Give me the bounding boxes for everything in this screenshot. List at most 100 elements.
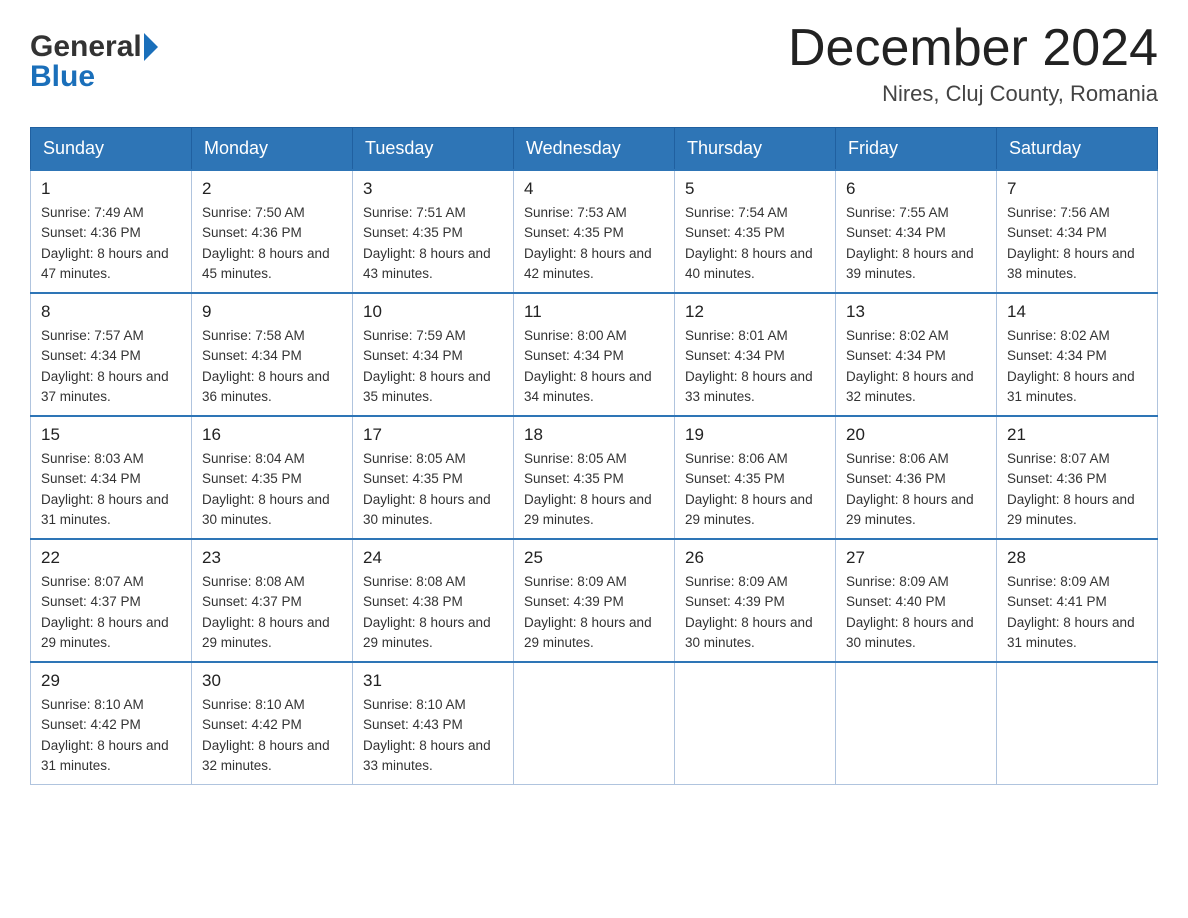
- day-number: 22: [41, 548, 181, 568]
- day-info: Sunrise: 7:59 AMSunset: 4:34 PMDaylight:…: [363, 326, 503, 407]
- day-info: Sunrise: 8:02 AMSunset: 4:34 PMDaylight:…: [846, 326, 986, 407]
- day-info: Sunrise: 8:02 AMSunset: 4:34 PMDaylight:…: [1007, 326, 1147, 407]
- day-number: 16: [202, 425, 342, 445]
- calendar-day-cell: 13 Sunrise: 8:02 AMSunset: 4:34 PMDaylig…: [836, 293, 997, 416]
- day-number: 24: [363, 548, 503, 568]
- calendar-day-cell: 5 Sunrise: 7:54 AMSunset: 4:35 PMDayligh…: [675, 170, 836, 293]
- logo: General Blue: [30, 30, 158, 94]
- calendar-day-cell: 12 Sunrise: 8:01 AMSunset: 4:34 PMDaylig…: [675, 293, 836, 416]
- logo-blue-text: Blue: [30, 60, 95, 94]
- calendar-table: Sunday Monday Tuesday Wednesday Thursday…: [30, 127, 1158, 785]
- location: Nires, Cluj County, Romania: [788, 81, 1158, 107]
- calendar-day-cell: 10 Sunrise: 7:59 AMSunset: 4:34 PMDaylig…: [353, 293, 514, 416]
- calendar-day-cell: 17 Sunrise: 8:05 AMSunset: 4:35 PMDaylig…: [353, 416, 514, 539]
- day-info: Sunrise: 7:49 AMSunset: 4:36 PMDaylight:…: [41, 203, 181, 284]
- day-number: 14: [1007, 302, 1147, 322]
- day-info: Sunrise: 8:07 AMSunset: 4:36 PMDaylight:…: [1007, 449, 1147, 530]
- day-number: 7: [1007, 179, 1147, 199]
- calendar-day-cell: [997, 662, 1158, 785]
- day-number: 10: [363, 302, 503, 322]
- calendar-day-cell: 22 Sunrise: 8:07 AMSunset: 4:37 PMDaylig…: [31, 539, 192, 662]
- calendar-week-row: 15 Sunrise: 8:03 AMSunset: 4:34 PMDaylig…: [31, 416, 1158, 539]
- header-sunday: Sunday: [31, 128, 192, 171]
- calendar-day-cell: 24 Sunrise: 8:08 AMSunset: 4:38 PMDaylig…: [353, 539, 514, 662]
- day-number: 11: [524, 302, 664, 322]
- day-number: 20: [846, 425, 986, 445]
- calendar-day-cell: 20 Sunrise: 8:06 AMSunset: 4:36 PMDaylig…: [836, 416, 997, 539]
- calendar-day-cell: 29 Sunrise: 8:10 AMSunset: 4:42 PMDaylig…: [31, 662, 192, 785]
- day-info: Sunrise: 7:57 AMSunset: 4:34 PMDaylight:…: [41, 326, 181, 407]
- day-info: Sunrise: 8:10 AMSunset: 4:42 PMDaylight:…: [41, 695, 181, 776]
- day-info: Sunrise: 7:53 AMSunset: 4:35 PMDaylight:…: [524, 203, 664, 284]
- day-number: 23: [202, 548, 342, 568]
- day-number: 17: [363, 425, 503, 445]
- day-number: 21: [1007, 425, 1147, 445]
- day-info: Sunrise: 8:05 AMSunset: 4:35 PMDaylight:…: [524, 449, 664, 530]
- calendar-day-cell: 7 Sunrise: 7:56 AMSunset: 4:34 PMDayligh…: [997, 170, 1158, 293]
- calendar-day-cell: 6 Sunrise: 7:55 AMSunset: 4:34 PMDayligh…: [836, 170, 997, 293]
- day-number: 30: [202, 671, 342, 691]
- calendar-day-cell: [836, 662, 997, 785]
- day-info: Sunrise: 8:10 AMSunset: 4:43 PMDaylight:…: [363, 695, 503, 776]
- header-thursday: Thursday: [675, 128, 836, 171]
- day-number: 9: [202, 302, 342, 322]
- day-info: Sunrise: 7:56 AMSunset: 4:34 PMDaylight:…: [1007, 203, 1147, 284]
- day-number: 6: [846, 179, 986, 199]
- logo-line1: General: [30, 30, 158, 64]
- title-area: December 2024 Nires, Cluj County, Romani…: [788, 20, 1158, 107]
- calendar-day-cell: 23 Sunrise: 8:08 AMSunset: 4:37 PMDaylig…: [192, 539, 353, 662]
- day-info: Sunrise: 7:50 AMSunset: 4:36 PMDaylight:…: [202, 203, 342, 284]
- day-info: Sunrise: 8:10 AMSunset: 4:42 PMDaylight:…: [202, 695, 342, 776]
- day-info: Sunrise: 8:09 AMSunset: 4:39 PMDaylight:…: [524, 572, 664, 653]
- calendar-day-cell: 9 Sunrise: 7:58 AMSunset: 4:34 PMDayligh…: [192, 293, 353, 416]
- day-info: Sunrise: 8:09 AMSunset: 4:41 PMDaylight:…: [1007, 572, 1147, 653]
- calendar-day-cell: 28 Sunrise: 8:09 AMSunset: 4:41 PMDaylig…: [997, 539, 1158, 662]
- calendar-day-cell: 8 Sunrise: 7:57 AMSunset: 4:34 PMDayligh…: [31, 293, 192, 416]
- calendar-day-cell: [514, 662, 675, 785]
- day-info: Sunrise: 8:05 AMSunset: 4:35 PMDaylight:…: [363, 449, 503, 530]
- calendar-day-cell: 14 Sunrise: 8:02 AMSunset: 4:34 PMDaylig…: [997, 293, 1158, 416]
- day-number: 15: [41, 425, 181, 445]
- day-number: 13: [846, 302, 986, 322]
- calendar-day-cell: 21 Sunrise: 8:07 AMSunset: 4:36 PMDaylig…: [997, 416, 1158, 539]
- day-number: 3: [363, 179, 503, 199]
- calendar-day-cell: 27 Sunrise: 8:09 AMSunset: 4:40 PMDaylig…: [836, 539, 997, 662]
- month-title: December 2024: [788, 20, 1158, 77]
- logo-general-text: General: [30, 30, 142, 64]
- calendar-day-cell: 25 Sunrise: 8:09 AMSunset: 4:39 PMDaylig…: [514, 539, 675, 662]
- day-info: Sunrise: 8:06 AMSunset: 4:36 PMDaylight:…: [846, 449, 986, 530]
- calendar-day-cell: 16 Sunrise: 8:04 AMSunset: 4:35 PMDaylig…: [192, 416, 353, 539]
- header-monday: Monday: [192, 128, 353, 171]
- day-number: 27: [846, 548, 986, 568]
- page-header: General Blue December 2024 Nires, Cluj C…: [30, 20, 1158, 107]
- day-number: 31: [363, 671, 503, 691]
- header-friday: Friday: [836, 128, 997, 171]
- day-number: 4: [524, 179, 664, 199]
- day-info: Sunrise: 8:09 AMSunset: 4:39 PMDaylight:…: [685, 572, 825, 653]
- calendar-day-cell: 11 Sunrise: 8:00 AMSunset: 4:34 PMDaylig…: [514, 293, 675, 416]
- day-info: Sunrise: 8:06 AMSunset: 4:35 PMDaylight:…: [685, 449, 825, 530]
- day-number: 12: [685, 302, 825, 322]
- header-tuesday: Tuesday: [353, 128, 514, 171]
- calendar-day-cell: 2 Sunrise: 7:50 AMSunset: 4:36 PMDayligh…: [192, 170, 353, 293]
- calendar-day-cell: 3 Sunrise: 7:51 AMSunset: 4:35 PMDayligh…: [353, 170, 514, 293]
- calendar-day-cell: 18 Sunrise: 8:05 AMSunset: 4:35 PMDaylig…: [514, 416, 675, 539]
- day-number: 26: [685, 548, 825, 568]
- calendar-day-cell: 30 Sunrise: 8:10 AMSunset: 4:42 PMDaylig…: [192, 662, 353, 785]
- calendar-day-cell: 31 Sunrise: 8:10 AMSunset: 4:43 PMDaylig…: [353, 662, 514, 785]
- calendar-day-cell: 15 Sunrise: 8:03 AMSunset: 4:34 PMDaylig…: [31, 416, 192, 539]
- logo-arrow-icon: [144, 33, 158, 61]
- day-info: Sunrise: 8:07 AMSunset: 4:37 PMDaylight:…: [41, 572, 181, 653]
- calendar-day-cell: [675, 662, 836, 785]
- calendar-week-row: 29 Sunrise: 8:10 AMSunset: 4:42 PMDaylig…: [31, 662, 1158, 785]
- day-info: Sunrise: 7:55 AMSunset: 4:34 PMDaylight:…: [846, 203, 986, 284]
- calendar-week-row: 1 Sunrise: 7:49 AMSunset: 4:36 PMDayligh…: [31, 170, 1158, 293]
- header-saturday: Saturday: [997, 128, 1158, 171]
- day-number: 2: [202, 179, 342, 199]
- calendar-day-cell: 1 Sunrise: 7:49 AMSunset: 4:36 PMDayligh…: [31, 170, 192, 293]
- day-info: Sunrise: 8:08 AMSunset: 4:38 PMDaylight:…: [363, 572, 503, 653]
- weekday-header-row: Sunday Monday Tuesday Wednesday Thursday…: [31, 128, 1158, 171]
- header-wednesday: Wednesday: [514, 128, 675, 171]
- day-info: Sunrise: 7:54 AMSunset: 4:35 PMDaylight:…: [685, 203, 825, 284]
- calendar-day-cell: 26 Sunrise: 8:09 AMSunset: 4:39 PMDaylig…: [675, 539, 836, 662]
